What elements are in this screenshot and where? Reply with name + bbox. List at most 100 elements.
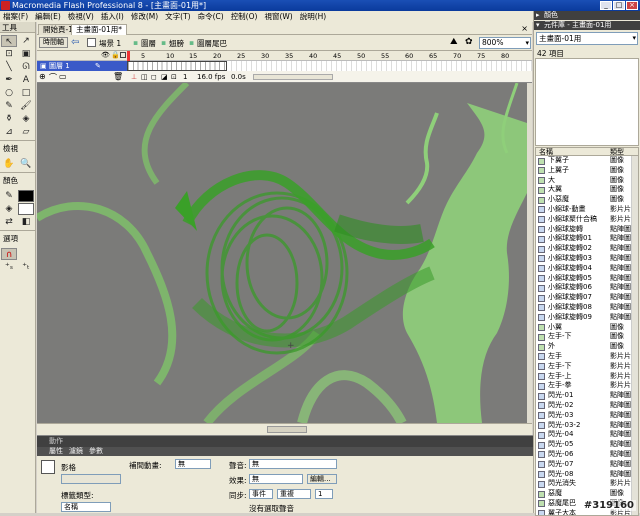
straighten-icon[interactable]: ⁺ₜ (18, 261, 34, 273)
library-item[interactable]: 小翼圖像 (536, 323, 638, 333)
library-vscroll[interactable] (631, 156, 638, 516)
library-item[interactable]: 小錦球旋轉04點陣圖 (536, 264, 638, 274)
rectangle-tool-icon[interactable]: □ (18, 87, 34, 99)
library-item[interactable]: 閃光-08點陣圖 (536, 470, 638, 480)
library-item[interactable]: 閃光-06點陣圖 (536, 450, 638, 460)
pencil-tool-icon[interactable]: ✎ (1, 100, 17, 112)
library-item[interactable]: 左手-下圖像 (536, 332, 638, 342)
layer-row[interactable]: ▣ 圖層 1 ✎ (37, 61, 127, 71)
library-item[interactable]: 外圖像 (536, 342, 638, 352)
library-item[interactable]: 上翼子圖像 (536, 166, 638, 176)
library-item[interactable]: 小錦球旋轉點陣圖 (536, 225, 638, 235)
menu-insert[interactable]: 插入(I) (101, 11, 124, 22)
sound-select[interactable]: 無 (249, 459, 337, 469)
sync-select[interactable]: 事件 (249, 489, 273, 499)
frame-ruler[interactable]: 5 10 15 20 25 30 35 40 45 50 55 60 65 70… (127, 51, 532, 61)
menu-window[interactable]: 視窗(W) (264, 11, 292, 22)
repeat-select[interactable]: 重複 (277, 489, 311, 499)
zoom-select[interactable]: 800% ▾ (479, 37, 531, 49)
maximize-button[interactable]: □ (613, 1, 625, 10)
library-item[interactable]: 大圖像 (536, 176, 638, 186)
onion-outline-icon[interactable]: ◻ (151, 72, 157, 82)
paint-bucket-tool-icon[interactable]: ◈ (18, 113, 34, 125)
center-frame-icon[interactable]: ⊥ (131, 72, 137, 82)
breadcrumb-wings[interactable]: 翅膀 (169, 38, 184, 49)
breadcrumb-tail[interactable]: 圖層尾巴 (197, 38, 227, 49)
pen-tool-icon[interactable]: ✒ (1, 74, 17, 86)
label-type-select[interactable]: 名稱 (61, 502, 111, 512)
library-select[interactable]: 主畫面-01用 (536, 32, 638, 45)
timeline-hscroll[interactable] (253, 74, 333, 80)
menu-control[interactable]: 控制(O) (231, 11, 258, 22)
library-item[interactable]: 惡魔圖像 (536, 489, 638, 499)
text-tool-icon[interactable]: A (18, 74, 34, 86)
menu-modify[interactable]: 修改(M) (131, 11, 158, 22)
default-colors-icon[interactable]: ◧ (18, 216, 34, 228)
stage-canvas[interactable]: + (37, 83, 527, 423)
library-item[interactable]: 閃光-07點陣圖 (536, 460, 638, 470)
effect-select[interactable]: 無 (249, 474, 303, 484)
library-item[interactable]: 左手-下影片片 (536, 362, 638, 372)
hand-tool-icon[interactable]: ✋ (1, 158, 17, 170)
library-item[interactable]: 小錦球旋轉05點陣圖 (536, 274, 638, 284)
library-item[interactable]: 閃光-04點陣圖 (536, 430, 638, 440)
keyframe-span[interactable] (127, 61, 227, 71)
fill-swatch[interactable] (18, 203, 34, 215)
eye-icon[interactable]: 👁 (101, 51, 110, 59)
swap-colors-icon[interactable]: ⇄ (1, 216, 17, 228)
tab-main-document[interactable]: 主畫面-01用* (71, 24, 127, 35)
library-item[interactable]: 小錦球旋轉08點陣圖 (536, 303, 638, 313)
library-item[interactable]: 閃光-03點陣圖 (536, 411, 638, 421)
lock-icon[interactable]: 🔒 (111, 51, 120, 59)
edit-symbol-icon[interactable]: ✿ (465, 37, 473, 47)
stroke-color-icon[interactable]: ✎ (1, 190, 17, 202)
minimize-button[interactable]: _ (600, 1, 612, 10)
menu-edit[interactable]: 編輯(E) (35, 11, 61, 22)
close-doc-icon[interactable]: × (521, 24, 528, 33)
eraser-tool-icon[interactable]: ▱ (18, 126, 34, 138)
scene-name[interactable]: 場景 1 (99, 38, 121, 49)
fill-color-icon[interactable]: ◈ (1, 203, 17, 215)
outline-icon[interactable] (120, 52, 126, 58)
library-item[interactable]: 閃光消失影片片 (536, 479, 638, 489)
breadcrumb-layer[interactable]: 圖層 (141, 38, 156, 49)
ink-bottle-tool-icon[interactable]: ⚱ (1, 113, 17, 125)
library-item[interactable]: 閃光-03-2點陣圖 (536, 421, 638, 431)
brush-tool-icon[interactable]: 🖌 (18, 100, 34, 112)
frame-row[interactable] (127, 61, 532, 71)
add-guide-icon[interactable]: ⌒ (49, 72, 57, 83)
delete-layer-icon[interactable]: 🗑 (113, 72, 123, 81)
selection-tool-icon[interactable]: ↖ (1, 35, 17, 47)
edit-button[interactable]: 編輯... (307, 474, 337, 484)
color-panel-header[interactable]: 顏色 (534, 11, 640, 20)
library-item[interactable]: 下翼子圖像 (536, 156, 638, 166)
lasso-tool-icon[interactable]: ᘏ (18, 61, 34, 73)
stroke-swatch[interactable] (18, 190, 34, 202)
menu-commands[interactable]: 命令(C) (198, 11, 224, 22)
menu-file[interactable]: 檔案(F) (3, 11, 28, 22)
stage-hscroll[interactable] (37, 423, 532, 435)
library-item[interactable]: 閃光-05點陣圖 (536, 440, 638, 450)
library-item[interactable]: 小錦球-動畫影片片 (536, 205, 638, 215)
onion-markers-icon[interactable]: ⊡ (171, 72, 177, 82)
library-item[interactable]: 閃光-01點陣圖 (536, 391, 638, 401)
library-item[interactable]: 大翼圖像 (536, 185, 638, 195)
repeat-count-input[interactable]: 1 (315, 489, 333, 499)
menu-help[interactable]: 說明(H) (300, 11, 327, 22)
library-item[interactable]: 左手-拳影片片 (536, 381, 638, 391)
timeline-toggle-button[interactable]: 時間軸 (39, 37, 68, 48)
subselection-tool-icon[interactable]: ↗ (18, 35, 34, 47)
close-button[interactable]: × (626, 1, 638, 10)
frame-label-input[interactable] (61, 474, 121, 484)
stage-vscroll[interactable] (527, 83, 532, 423)
library-item[interactable]: 小錦球旋轉01點陣圖 (536, 234, 638, 244)
library-item[interactable]: 小錦球旋轉02點陣圖 (536, 244, 638, 254)
gradient-transform-tool-icon[interactable]: ▣ (18, 48, 34, 60)
add-folder-icon[interactable]: ▭ (59, 72, 67, 81)
library-item[interactable]: 左手-上影片片 (536, 372, 638, 382)
library-item[interactable]: 閃光-02點陣圖 (536, 401, 638, 411)
tab-properties[interactable]: 屬性 (49, 447, 63, 456)
library-item[interactable]: 小錦球聚什合稿影片片 (536, 215, 638, 225)
zoom-tool-icon[interactable]: 🔍 (18, 158, 34, 170)
edit-multiple-icon[interactable]: ◪ (161, 72, 168, 82)
